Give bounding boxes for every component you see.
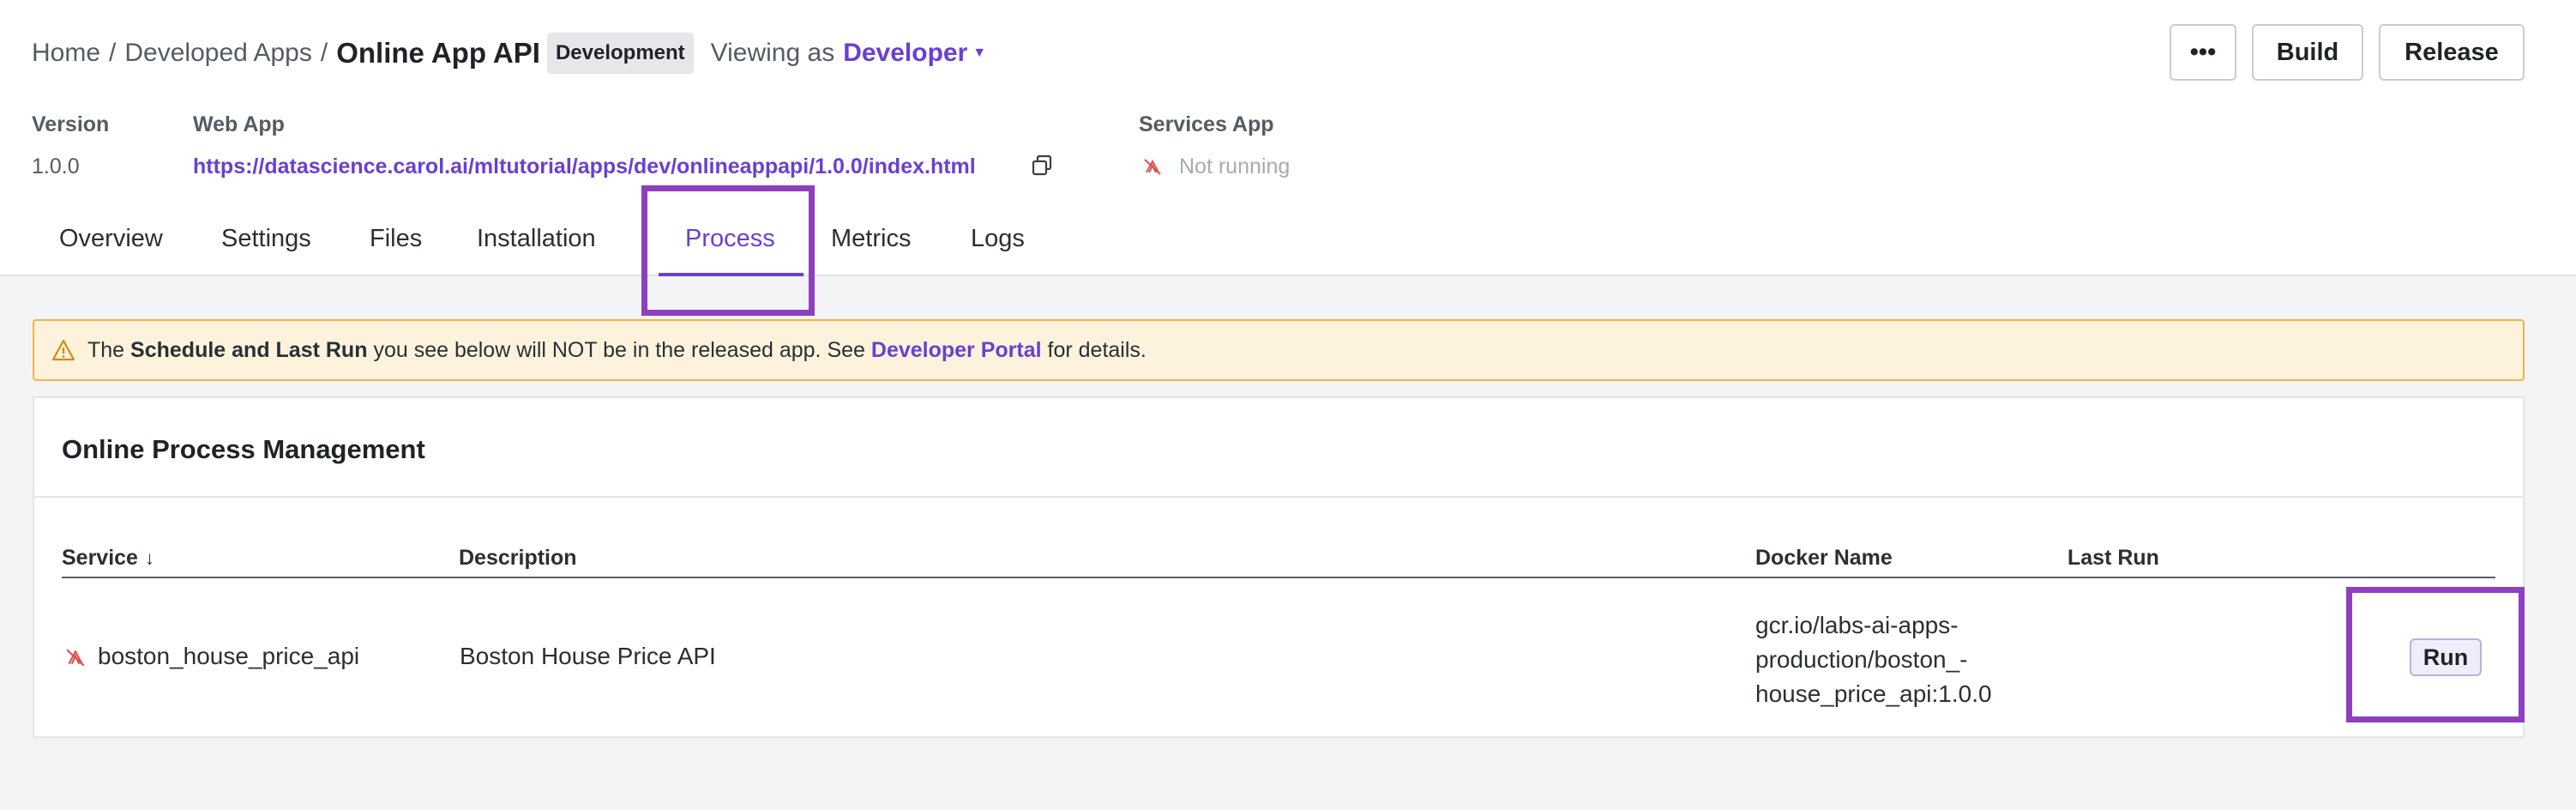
sort-down-icon[interactable]: ↓: [145, 547, 154, 569]
column-header-last-run: Last Run: [2067, 546, 2159, 570]
webapp-url-link[interactable]: https://datascience.carol.ai/mltutorial/…: [193, 154, 976, 179]
column-header-service-label: Service: [62, 546, 138, 570]
service-description: Boston House Price API: [460, 643, 716, 669]
card-title: Online Process Management: [62, 434, 425, 464]
services-status: Not running: [1179, 154, 1291, 178]
app-header: Home / Developed Apps / Online App API D…: [0, 0, 2576, 276]
breadcrumb-home[interactable]: Home: [32, 39, 100, 68]
process-management-card: Online Process Management Service ↓ Descr…: [33, 396, 2525, 738]
highlight-box-process-tab: [641, 185, 815, 316]
tab-metrics[interactable]: Metrics: [831, 225, 911, 253]
warning-text-suffix: for details.: [1047, 337, 1147, 362]
warning-text-prefix: The: [87, 337, 125, 362]
version-value: 1.0.0: [32, 154, 80, 178]
card-divider: [34, 496, 2523, 498]
warning-banner: The Schedule and Last Run you see below …: [33, 319, 2525, 381]
tab-overview[interactable]: Overview: [59, 225, 163, 253]
warning-icon: [51, 339, 75, 361]
column-header-service[interactable]: Service ↓: [62, 546, 154, 571]
highlight-box-run-button: [2346, 587, 2525, 722]
developer-portal-link[interactable]: Developer Portal: [871, 338, 1042, 363]
service-name: boston_house_price_api: [98, 643, 360, 669]
table-header-divider: [62, 577, 2495, 578]
breadcrumb: Home / Developed Apps / Online App API D…: [32, 33, 986, 74]
tab-files[interactable]: Files: [370, 225, 422, 253]
tab-logs[interactable]: Logs: [971, 225, 1025, 253]
warning-text-bold: Schedule and Last Run: [130, 337, 368, 362]
tab-installation[interactable]: Installation: [477, 225, 596, 253]
docker-name: gcr.io/labs-ai-apps-production/boston_-h…: [1755, 612, 1992, 707]
tab-settings[interactable]: Settings: [221, 225, 311, 253]
environment-badge: Development: [546, 33, 694, 74]
breadcrumb-separator: /: [109, 39, 117, 67]
column-header-description: Description: [459, 546, 577, 570]
version-label: Version: [32, 112, 110, 136]
caret-down-icon[interactable]: ▼: [972, 45, 986, 61]
build-button[interactable]: Build: [2252, 24, 2363, 81]
services-app-label: Services App: [1139, 112, 1274, 136]
page-title: Online App API: [336, 37, 540, 69]
service-stopped-icon: [1144, 159, 1161, 175]
webapp-label: Web App: [193, 112, 285, 136]
role-selector[interactable]: Developer: [843, 39, 967, 68]
breadcrumb-separator: /: [320, 39, 328, 67]
service-stopped-icon: [66, 649, 85, 667]
breadcrumb-developed-apps[interactable]: Developed Apps: [124, 39, 312, 68]
warning-text-middle: you see below will NOT be in the release…: [373, 337, 865, 362]
column-header-docker-name: Docker Name: [1755, 546, 1893, 570]
viewing-as-label: Viewing as: [710, 39, 835, 67]
more-actions-button[interactable]: •••: [2170, 24, 2236, 81]
copy-icon[interactable]: [1031, 154, 1053, 177]
release-button[interactable]: Release: [2379, 24, 2525, 81]
